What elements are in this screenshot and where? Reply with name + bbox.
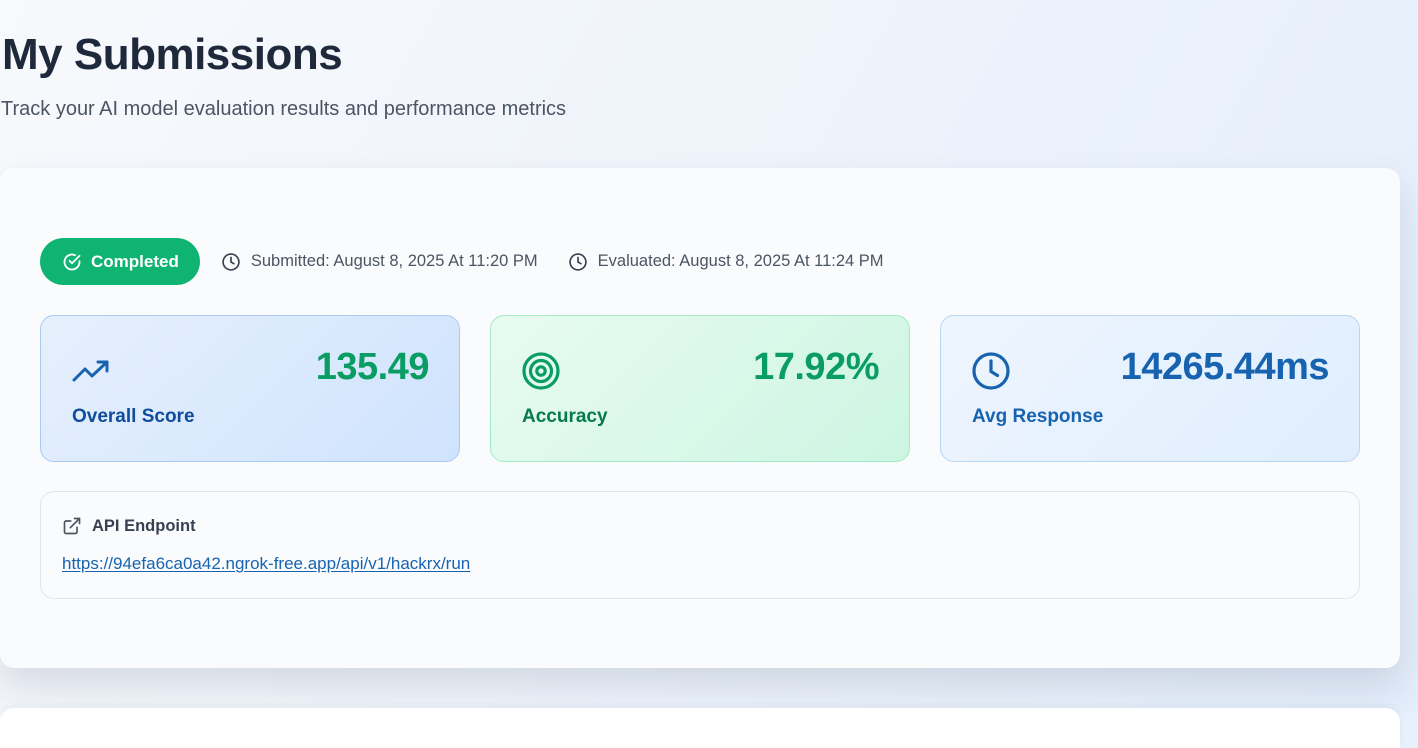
page-subtitle: Track your AI model evaluation results a…: [1, 98, 567, 120]
trending-up-icon: [71, 351, 111, 391]
overall-score-card: 135.49 Overall Score: [40, 315, 460, 462]
target-icon: [521, 351, 561, 391]
external-link-icon: [63, 517, 81, 535]
accuracy-label: Accuracy: [522, 406, 608, 427]
check-circle-icon: [63, 253, 81, 270]
api-endpoint-link[interactable]: https://94efa6ca0a42.ngrok-free.app/api/…: [62, 554, 470, 574]
next-submission-card: [0, 708, 1400, 748]
submitted-text: Submitted: August 8, 2025 At 11:20 PM: [250, 252, 538, 270]
accuracy-card: 17.92% Accuracy: [490, 315, 910, 462]
submission-meta: Completed Submitted: August 8, 2025 At 1…: [40, 238, 884, 285]
overall-score-label: Overall Score: [72, 406, 195, 427]
clock-icon: [568, 252, 587, 271]
avg-response-card: 14265.44ms Avg Response: [940, 315, 1360, 462]
api-endpoint-box: API Endpoint https://94efa6ca0a42.ngrok-…: [40, 491, 1360, 599]
page-title: My Submissions: [2, 30, 343, 79]
avg-response-label: Avg Response: [972, 406, 1104, 427]
submitted-date: Submitted: August 8, 2025 At 11:20 PM: [221, 252, 538, 272]
evaluated-text: Evaluated: August 8, 2025 At 11:24 PM: [597, 252, 884, 270]
api-endpoint-header: API Endpoint: [62, 516, 196, 536]
api-endpoint-label: API Endpoint: [92, 516, 196, 535]
status-badge: Completed: [40, 238, 200, 285]
avg-response-value: 14265.44ms: [1120, 346, 1330, 388]
accuracy-value: 17.92%: [753, 346, 879, 388]
clock-icon: [971, 351, 1011, 391]
status-label: Completed: [91, 251, 179, 271]
clock-icon: [222, 252, 240, 271]
submission-card: Completed Submitted: August 8, 2025 At 1…: [0, 168, 1400, 668]
overall-score-value: 135.49: [315, 346, 430, 388]
evaluated-date: Evaluated: August 8, 2025 At 11:24 PM: [568, 252, 884, 272]
